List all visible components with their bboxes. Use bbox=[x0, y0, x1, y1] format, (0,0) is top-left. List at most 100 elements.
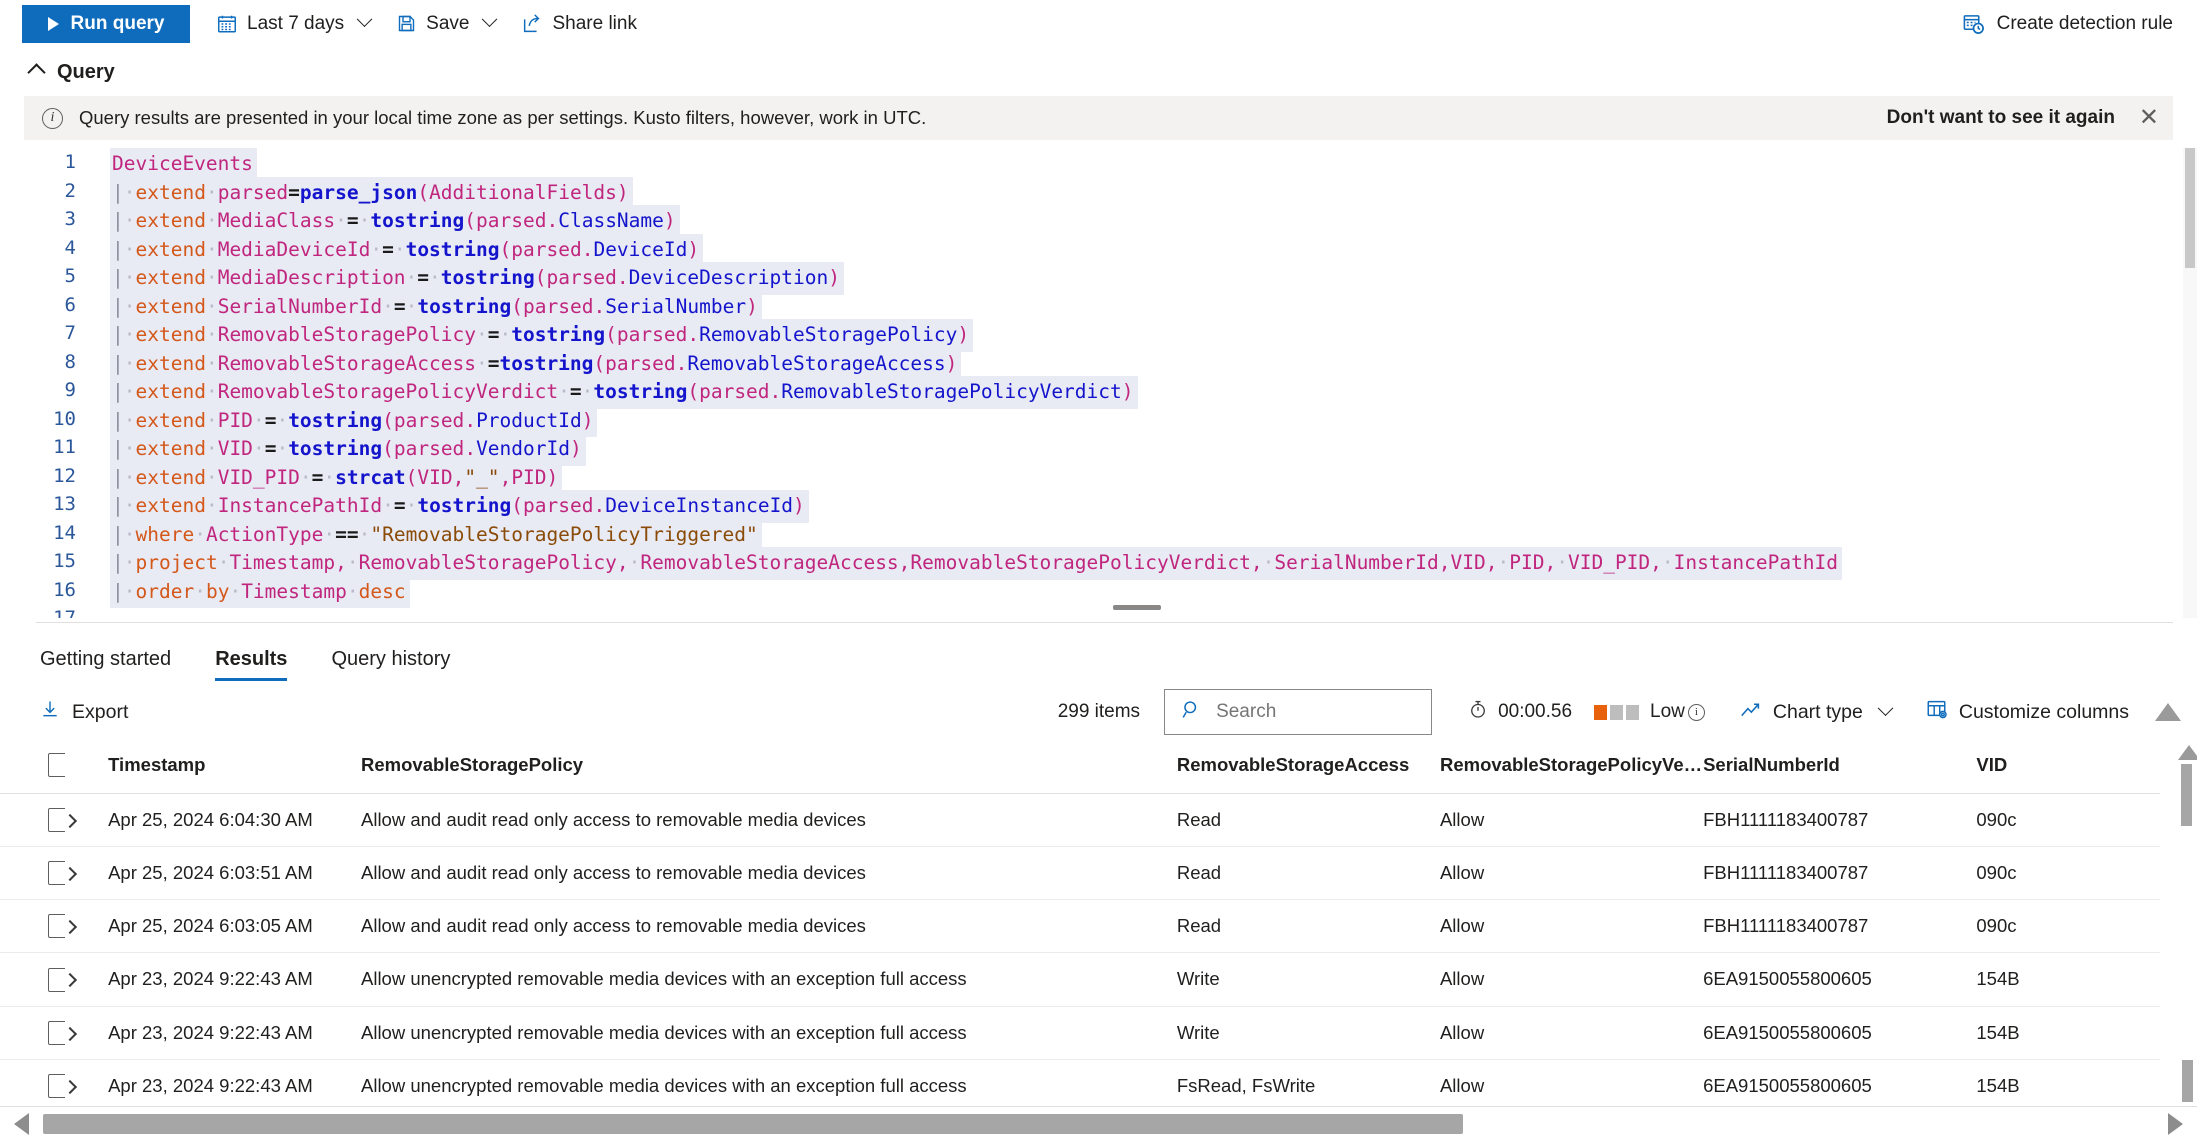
column-header-vid[interactable]: VID bbox=[1976, 743, 2160, 795]
cell-serial: FBH1111183400787 bbox=[1703, 899, 1977, 954]
table-vertical-scrollbar[interactable] bbox=[2178, 743, 2197, 826]
column-header-policy[interactable]: RemovableStoragePolicy bbox=[361, 743, 1177, 795]
editor-line[interactable]: 10 |·extend·PID·=·tostring(parsed.Product… bbox=[0, 404, 2197, 437]
vertical-scroll-thumb-bottom[interactable] bbox=[2182, 1060, 2193, 1102]
chevron-right-icon[interactable] bbox=[65, 1079, 78, 1094]
download-icon bbox=[40, 698, 60, 726]
editor-line[interactable]: 14 |·where·ActionType·==·"RemovableStorag… bbox=[0, 518, 2197, 551]
editor-line[interactable]: 2 |·extend·parsed=parse_json(AdditionalFi… bbox=[0, 176, 2197, 209]
results-table: Timestamp RemovableStoragePolicy Removab… bbox=[0, 743, 2160, 1140]
editor-line[interactable]: 5 |·extend·MediaDescription·=·tostring(pa… bbox=[0, 262, 2197, 295]
info-icon[interactable]: i bbox=[1687, 703, 1705, 721]
cell-timestamp: Apr 25, 2024 6:03:05 AM bbox=[108, 899, 361, 954]
create-detection-rule-button[interactable]: Create detection rule bbox=[1962, 12, 2173, 35]
cell-serial: 6EA9150055800605 bbox=[1703, 952, 1977, 1007]
horizontal-scrollbar[interactable] bbox=[0, 1106, 2197, 1140]
info-icon: i bbox=[42, 107, 63, 129]
table-row[interactable]: Apr 23, 2024 9:22:43 AMAllow unencrypted… bbox=[0, 952, 2160, 1007]
editor-line[interactable]: 13 |·extend·InstancePathId·=·tostring(par… bbox=[0, 490, 2197, 523]
select-all-checkbox[interactable] bbox=[48, 753, 66, 778]
query-editor[interactable]: 1 DeviceEvents 2 |·extend·parsed=parse_json… bbox=[0, 148, 2197, 618]
chart-type-label: Chart type bbox=[1772, 700, 1863, 723]
row-checkbox[interactable] bbox=[48, 808, 66, 833]
scroll-up-arrow-icon[interactable] bbox=[2178, 745, 2197, 760]
editor-line[interactable]: 6 |·extend·SerialNumberId·=·tostring(pars… bbox=[0, 290, 2197, 323]
expand-column-header bbox=[65, 743, 109, 795]
row-expand-cell[interactable] bbox=[65, 1006, 109, 1060]
chevron-right-icon[interactable] bbox=[65, 973, 78, 988]
close-icon[interactable]: ✕ bbox=[2139, 106, 2159, 130]
chevron-right-icon[interactable] bbox=[65, 867, 78, 882]
tab-results[interactable]: Results bbox=[215, 648, 288, 681]
editor-line[interactable]: 12 |·extend·VID_PID·=·strcat(VID,"_",PID) bbox=[0, 461, 2197, 494]
line-number: 10 bbox=[53, 407, 76, 430]
time-range-selector[interactable]: Last 7 days bbox=[216, 11, 373, 35]
row-checkbox[interactable] bbox=[48, 861, 66, 886]
chevron-right-icon[interactable] bbox=[65, 1026, 78, 1041]
table-row[interactable]: Apr 25, 2024 6:04:30 AM Allow and audit r… bbox=[0, 793, 2160, 848]
row-expand-cell[interactable] bbox=[65, 952, 109, 1007]
editor-scrollbar[interactable] bbox=[2183, 148, 2197, 618]
editor-line[interactable]: 16 |·order·by·Timestamp·desc bbox=[0, 575, 2197, 608]
horizontal-scroll-thumb[interactable] bbox=[43, 1113, 1463, 1134]
editor-resize-grip[interactable] bbox=[1113, 605, 1161, 610]
row-expand-cell[interactable] bbox=[65, 846, 109, 901]
line-number: 3 bbox=[64, 208, 76, 230]
row-select-cell bbox=[0, 1059, 66, 1113]
scroll-left-arrow-icon[interactable] bbox=[14, 1112, 29, 1135]
row-checkbox[interactable] bbox=[48, 1073, 66, 1098]
editor-line[interactable]: 9 |·extend·RemovableStoragePolicyVerdict·… bbox=[0, 376, 2197, 409]
tab-query-history[interactable]: Query history bbox=[331, 648, 450, 681]
scroll-right-arrow-icon[interactable] bbox=[2168, 1112, 2183, 1135]
column-header-access[interactable]: RemovableStorageAccess bbox=[1176, 743, 1440, 795]
cell-access: Write bbox=[1176, 1006, 1440, 1060]
editor-line-code[interactable]: |·order·by·Timestamp·desc bbox=[100, 575, 2197, 608]
table-row[interactable]: Apr 23, 2024 9:22:43 AMAllow unencrypted… bbox=[0, 1006, 2160, 1060]
cell-verdict: Allow bbox=[1439, 899, 1704, 954]
query-section-toggle[interactable]: Query bbox=[0, 47, 2197, 96]
row-checkbox[interactable] bbox=[48, 1020, 66, 1045]
chevron-right-icon[interactable] bbox=[65, 920, 78, 935]
cell-policy: Allow unencrypted removable media device… bbox=[361, 1059, 1177, 1113]
scroll-up-button[interactable] bbox=[2155, 703, 2181, 721]
chevron-right-icon[interactable] bbox=[65, 814, 78, 829]
tab-getting-started[interactable]: Getting started bbox=[40, 648, 171, 681]
vertical-scroll-thumb[interactable] bbox=[2180, 764, 2192, 826]
cell-verdict: Allow bbox=[1439, 1059, 1704, 1113]
column-header-serial[interactable]: SerialNumberId bbox=[1703, 743, 1977, 795]
dismiss-permanently-link[interactable]: Don't want to see it again bbox=[1887, 107, 2115, 129]
row-expand-cell[interactable] bbox=[65, 1059, 109, 1113]
share-link-button[interactable]: Share link bbox=[521, 13, 637, 35]
table-row[interactable]: Apr 23, 2024 9:22:43 AMAllow unencrypted… bbox=[0, 1059, 2160, 1113]
results-table-container: Timestamp RemovableStoragePolicy Removab… bbox=[0, 743, 2197, 1140]
editor-line[interactable]: 15 |·project·Timestamp,·RemovableStorageP… bbox=[0, 547, 2197, 580]
row-expand-cell[interactable] bbox=[65, 793, 109, 848]
editor-scroll-thumb[interactable] bbox=[2185, 148, 2195, 268]
customize-columns-button[interactable]: Customize columns bbox=[1925, 698, 2129, 726]
usage-bar-3 bbox=[1626, 704, 1640, 720]
editor-line[interactable]: 3 |·extend·MediaClass·=·tostring(parsed.C… bbox=[0, 205, 2197, 238]
query-editor-body[interactable]: 1 DeviceEvents 2 |·extend·parsed=parse_json… bbox=[0, 148, 2197, 618]
editor-line[interactable]: 11 |·extend·VID·=·tostring(parsed.VendorI… bbox=[0, 433, 2197, 466]
save-menu[interactable]: Save bbox=[396, 11, 498, 35]
search-box[interactable] bbox=[1164, 689, 1433, 735]
editor-line[interactable]: 1 DeviceEvents bbox=[0, 148, 2197, 181]
row-checkbox[interactable] bbox=[48, 967, 66, 992]
table-body: Apr 25, 2024 6:04:30 AM Allow and audit r… bbox=[0, 793, 2160, 1140]
row-checkbox[interactable] bbox=[48, 914, 66, 939]
run-query-button[interactable]: Run query bbox=[22, 4, 190, 43]
editor-line[interactable]: 4 |·extend·MediaDeviceId·=·tostring(parse… bbox=[0, 233, 2197, 266]
horizontal-scroll-track[interactable] bbox=[43, 1113, 2168, 1134]
table-row[interactable]: Apr 25, 2024 6:03:05 AM Allow and audit r… bbox=[0, 899, 2160, 954]
chart-type-button[interactable]: Chart type bbox=[1739, 699, 1894, 726]
column-header-timestamp[interactable]: Timestamp bbox=[108, 743, 361, 795]
column-header-verdict[interactable]: RemovableStoragePolicyVer... bbox=[1439, 743, 1704, 795]
editor-line[interactable]: 7 |·extend·RemovableStoragePolicy·=·tostr… bbox=[0, 319, 2197, 352]
editor-line[interactable]: 8 |·extend·RemovableStorageAccess·=tostri… bbox=[0, 347, 2197, 380]
save-icon bbox=[396, 13, 417, 34]
cell-serial: FBH1111183400787 bbox=[1703, 793, 1977, 848]
export-button[interactable]: Export bbox=[40, 698, 128, 726]
search-input[interactable] bbox=[1216, 701, 1407, 723]
row-expand-cell[interactable] bbox=[65, 899, 109, 954]
table-row[interactable]: Apr 25, 2024 6:03:51 AM Allow and audit r… bbox=[0, 846, 2160, 901]
